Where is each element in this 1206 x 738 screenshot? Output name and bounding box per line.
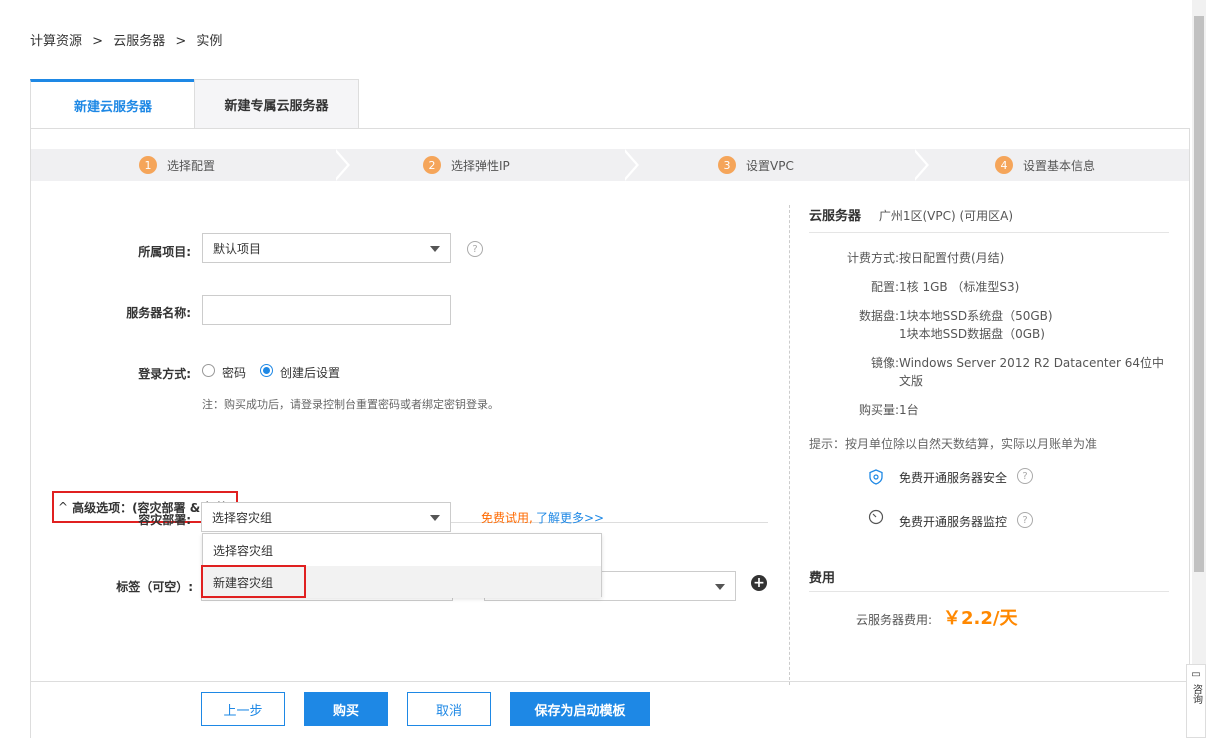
monitor-gauge-icon bbox=[868, 509, 884, 525]
login-password-radio[interactable] bbox=[202, 364, 215, 377]
free-trial-text: 免费试用, bbox=[481, 511, 533, 525]
summary-region: 广州1区(VPC) (可用区A) bbox=[878, 209, 1014, 223]
new-group-highlight bbox=[201, 565, 306, 598]
shield-icon bbox=[869, 469, 883, 485]
step-4: 4 设置基本信息 bbox=[995, 149, 1095, 181]
main-panel: 1 选择配置 2 选择弹性IP 3 设置VPC 4 设置基本信息 所属项目: 默… bbox=[30, 128, 1190, 738]
chevron-down-icon bbox=[430, 246, 440, 252]
breadcrumb-cvm[interactable]: 云服务器 bbox=[113, 34, 165, 49]
project-select[interactable]: 默认项目 bbox=[202, 233, 451, 263]
step-label: 选择配置 bbox=[167, 158, 216, 173]
config-row: 配置: 1核 1GB （标准型S3) bbox=[809, 278, 1169, 296]
billing-key: 计费方式: bbox=[846, 251, 899, 265]
disaster-recovery-label: 容灾部署: bbox=[138, 513, 191, 527]
billing-tip: 提示：按月单位除以自然天数结算，实际以月账单为准 bbox=[809, 437, 1098, 451]
project-select-value: 默认项目 bbox=[213, 241, 262, 256]
step-label: 设置VPC bbox=[746, 158, 794, 173]
step-1: 1 选择配置 bbox=[139, 149, 215, 181]
step-bar: 1 选择配置 2 选择弹性IP 3 设置VPC 4 设置基本信息 bbox=[31, 149, 1189, 181]
fee-title: 费用 bbox=[809, 571, 836, 586]
tab-new-dedicated-cvm[interactable]: 新建专属云服务器 bbox=[194, 79, 359, 129]
scrollbar-thumb[interactable] bbox=[1194, 16, 1204, 572]
project-label: 所属项目: bbox=[138, 245, 191, 259]
step-number: 1 bbox=[139, 156, 157, 174]
footer-divider bbox=[31, 681, 1189, 682]
fee-divider bbox=[809, 591, 1169, 592]
step-divider-inner bbox=[333, 149, 347, 181]
billing-row: 计费方式: 按日配置付费(月结) bbox=[809, 249, 1169, 267]
image-value: Windows Server 2012 R2 Datacenter 64位中文版 bbox=[899, 356, 1165, 388]
fee-value: ￥2.2/天 bbox=[943, 608, 1018, 629]
server-name-label: 服务器名称: bbox=[126, 306, 191, 320]
page-scrollbar[interactable] bbox=[1192, 0, 1206, 738]
add-tag-icon[interactable]: + bbox=[751, 575, 767, 591]
step-label: 选择弹性IP bbox=[451, 158, 510, 173]
buy-button[interactable]: 购买 bbox=[304, 692, 388, 726]
server-name-input[interactable] bbox=[202, 295, 451, 325]
help-icon[interactable]: ? bbox=[1017, 468, 1033, 484]
quantity-value: 1台 bbox=[899, 403, 919, 417]
help-icon[interactable]: ? bbox=[1017, 512, 1033, 528]
disk-value-system: 1块本地SSD系统盘（50GB) bbox=[899, 309, 1053, 323]
cancel-button[interactable]: 取消 bbox=[407, 692, 491, 726]
disk-key: 数据盘: bbox=[858, 309, 899, 323]
breadcrumb-separator: > bbox=[92, 34, 104, 49]
enable-monitor-link[interactable]: 免费开通服务器监控 bbox=[899, 513, 1007, 530]
login-note: 注：购买成功后，请登录控制台重置密码或者绑定密钥登录。 bbox=[202, 398, 499, 411]
quantity-row: 购买量: 1台 bbox=[809, 401, 1169, 419]
disk-row: 数据盘: 1块本地SSD系统盘（50GB) 1块本地SSD数据盘（0GB) bbox=[809, 307, 1169, 343]
order-summary: 云服务器 广州1区(VPC) (可用区A) bbox=[809, 205, 1169, 233]
chevron-down-icon bbox=[715, 584, 725, 590]
help-icon[interactable]: ? bbox=[467, 241, 483, 257]
config-form: 所属项目: 默认项目 ? 服务器名称: 登录方式: 密码 创建后设置 注：购买成… bbox=[31, 181, 781, 681]
fee-label: 云服务器费用: bbox=[856, 613, 933, 627]
step-number: 4 bbox=[995, 156, 1013, 174]
save-template-button[interactable]: 保存为启动模板 bbox=[510, 692, 650, 726]
disk-value-data: 1块本地SSD数据盘（0GB) bbox=[899, 327, 1045, 341]
breadcrumb: 计算资源 > 云服务器 > 实例 bbox=[30, 30, 228, 49]
consult-label: 咨询 bbox=[1190, 684, 1202, 704]
chevron-up-icon: ^ bbox=[58, 500, 69, 514]
prev-step-button[interactable]: 上一步 bbox=[201, 692, 285, 726]
disaster-group-select[interactable]: 选择容灾组 bbox=[201, 502, 451, 532]
config-key: 配置: bbox=[870, 280, 899, 294]
consult-widget[interactable]: ▭ 咨询 bbox=[1186, 664, 1206, 738]
summary-title: 云服务器 bbox=[809, 209, 862, 224]
tab-new-cvm[interactable]: 新建云服务器 bbox=[30, 79, 195, 129]
enable-security-link[interactable]: 免费开通服务器安全 bbox=[899, 469, 1007, 486]
dropdown-option-select-group[interactable]: 选择容灾组 bbox=[203, 534, 601, 566]
step-3: 3 设置VPC bbox=[718, 149, 794, 181]
step-divider-inner bbox=[912, 149, 926, 181]
chevron-down-icon bbox=[430, 515, 440, 521]
step-2: 2 选择弹性IP bbox=[423, 149, 510, 181]
step-label: 设置基本信息 bbox=[1023, 158, 1096, 173]
summary-divider bbox=[809, 232, 1169, 233]
summary-header: 云服务器 广州1区(VPC) (可用区A) bbox=[809, 205, 1169, 224]
chat-bubble-icon: ▭ bbox=[1191, 669, 1201, 680]
login-later-radio[interactable] bbox=[260, 364, 273, 377]
disaster-group-value: 选择容灾组 bbox=[212, 510, 273, 525]
login-password-label[interactable]: 密码 bbox=[222, 364, 246, 381]
breadcrumb-instance: 实例 bbox=[196, 34, 223, 49]
breadcrumb-separator: > bbox=[175, 34, 187, 49]
image-row: 镜像: Windows Server 2012 R2 Datacenter 64… bbox=[809, 354, 1169, 390]
tag-label: 标签（可空）: bbox=[116, 580, 193, 594]
learn-more-link[interactable]: 了解更多>> bbox=[536, 509, 604, 526]
config-value: 1核 1GB （标准型S3) bbox=[899, 280, 1020, 294]
login-later-label[interactable]: 创建后设置 bbox=[280, 364, 340, 381]
vertical-divider bbox=[789, 205, 790, 685]
quantity-key: 购买量: bbox=[858, 403, 899, 417]
step-number: 3 bbox=[718, 156, 736, 174]
login-method-label: 登录方式: bbox=[138, 367, 191, 381]
image-key: 镜像: bbox=[870, 356, 899, 370]
step-number: 2 bbox=[423, 156, 441, 174]
breadcrumb-compute[interactable]: 计算资源 bbox=[30, 34, 82, 49]
billing-value: 按日配置付费(月结) bbox=[899, 251, 1005, 265]
tab-bar: 新建云服务器 新建专属云服务器 bbox=[30, 79, 359, 129]
step-divider-inner bbox=[622, 149, 636, 181]
